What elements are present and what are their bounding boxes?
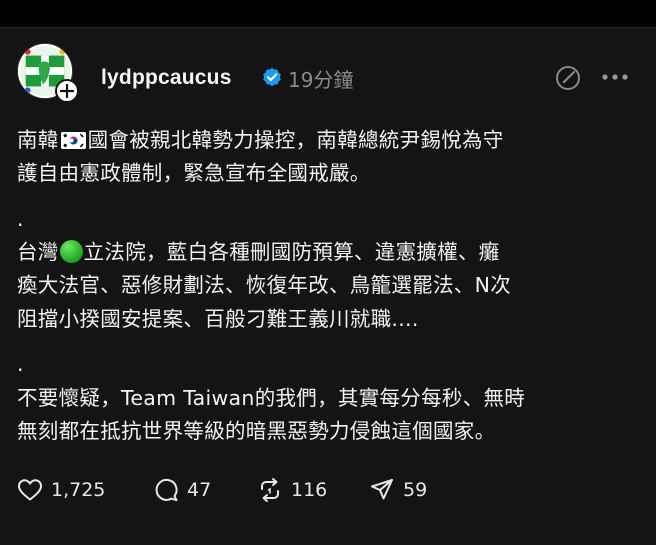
post-text-line-1: 南韓 國會被親北韓勢力操控，南韓總統尹錫悅為守 bbox=[17, 127, 504, 154]
south-korea-flag-icon bbox=[60, 132, 86, 149]
post-text-separator: . bbox=[17, 352, 24, 376]
thread-post: lydppcaucus 19分鐘 南韓 國會被親北韓勢力操控，南韓總統尹錫悅為守… bbox=[0, 27, 656, 545]
post-text-line-7: 無刻都在抵抗世界等級的暗黑惡勢力侵蝕這個國家。 bbox=[17, 419, 496, 443]
heart-icon bbox=[18, 479, 42, 501]
repost-button[interactable]: 116 bbox=[257, 477, 327, 503]
comment-icon bbox=[155, 478, 178, 502]
edit-icon[interactable] bbox=[555, 65, 581, 91]
post-text-line-5: 阻擋小揆國安提案、百般刁難王義川就職.... bbox=[17, 307, 419, 331]
text-segment: 台灣 bbox=[17, 240, 59, 264]
post-text-separator: . bbox=[17, 207, 24, 231]
post-timestamp: 19分鐘 bbox=[288, 68, 354, 92]
reply-count: 47 bbox=[187, 479, 212, 501]
like-count: 1,725 bbox=[51, 479, 106, 501]
text-segment: 立法院，藍白各種刪國防預算、違憲擴權、癱 bbox=[83, 240, 500, 264]
share-count: 59 bbox=[403, 479, 428, 501]
send-icon bbox=[371, 479, 393, 500]
follow-plus-icon[interactable] bbox=[55, 79, 79, 103]
verified-badge-icon bbox=[263, 67, 281, 87]
repost-count: 116 bbox=[291, 479, 328, 501]
post-text-line-4: 瘓大法官、惡修財劃法、恢復年改、鳥籠選罷法、N次 bbox=[17, 273, 512, 297]
reply-button[interactable]: 47 bbox=[153, 477, 211, 503]
repost-icon bbox=[261, 478, 279, 502]
post-text-line-3: 台灣 立法院，藍白各種刪國防預算、違憲擴權、癱 bbox=[17, 239, 500, 266]
like-button[interactable]: 1,725 bbox=[17, 477, 105, 503]
more-options-icon[interactable] bbox=[600, 69, 630, 85]
text-segment: 國會被親北韓勢力操控，南韓總統尹錫悅為守 bbox=[87, 128, 504, 152]
profile-avatar[interactable] bbox=[17, 43, 79, 103]
text-segment: 南韓 bbox=[17, 128, 59, 152]
post-text-line-6: 不要懷疑，Team Taiwan的我們，其實每分每秒、無時 bbox=[17, 386, 526, 410]
green-circle-icon bbox=[59, 240, 83, 263]
post-text-line-2: 護自由憲政體制，緊急宣布全國戒嚴。 bbox=[17, 161, 371, 185]
username[interactable]: lydppcaucus bbox=[101, 66, 232, 90]
share-button[interactable]: 59 bbox=[369, 477, 427, 503]
top-black-frame bbox=[0, 0, 656, 27]
